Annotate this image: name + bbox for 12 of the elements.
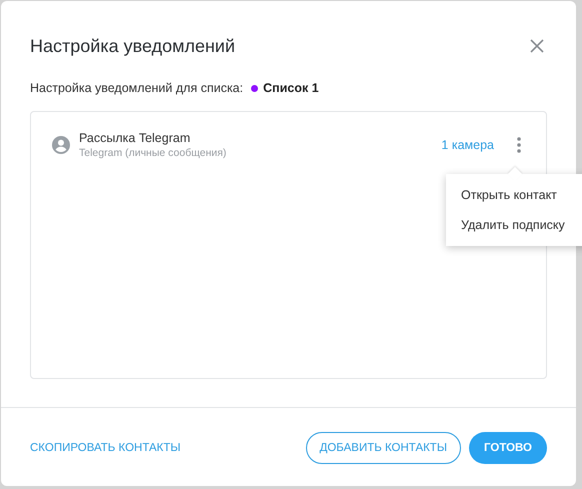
user-icon (52, 136, 70, 154)
add-contacts-button[interactable]: ДОБАВИТЬ КОНТАКТЫ (306, 432, 462, 464)
subscription-channel: Telegram (личные сообщения) (79, 147, 228, 159)
done-button[interactable]: ГОТОВО (469, 432, 547, 464)
dialog-title: Настройка уведомлений (30, 36, 236, 56)
more-icon[interactable] (514, 136, 524, 154)
copy-contacts-link[interactable]: СКОПИРОВАТЬ КОНТАКТЫ (30, 442, 306, 454)
subtitle-label: Настройка уведомлений для списка: (30, 81, 244, 95)
list-name: Список 1 (263, 81, 319, 95)
cameras-link[interactable]: 1 камера (441, 138, 494, 152)
subscription-name: Рассылка Telegram (79, 131, 192, 145)
close-icon[interactable] (528, 37, 546, 55)
